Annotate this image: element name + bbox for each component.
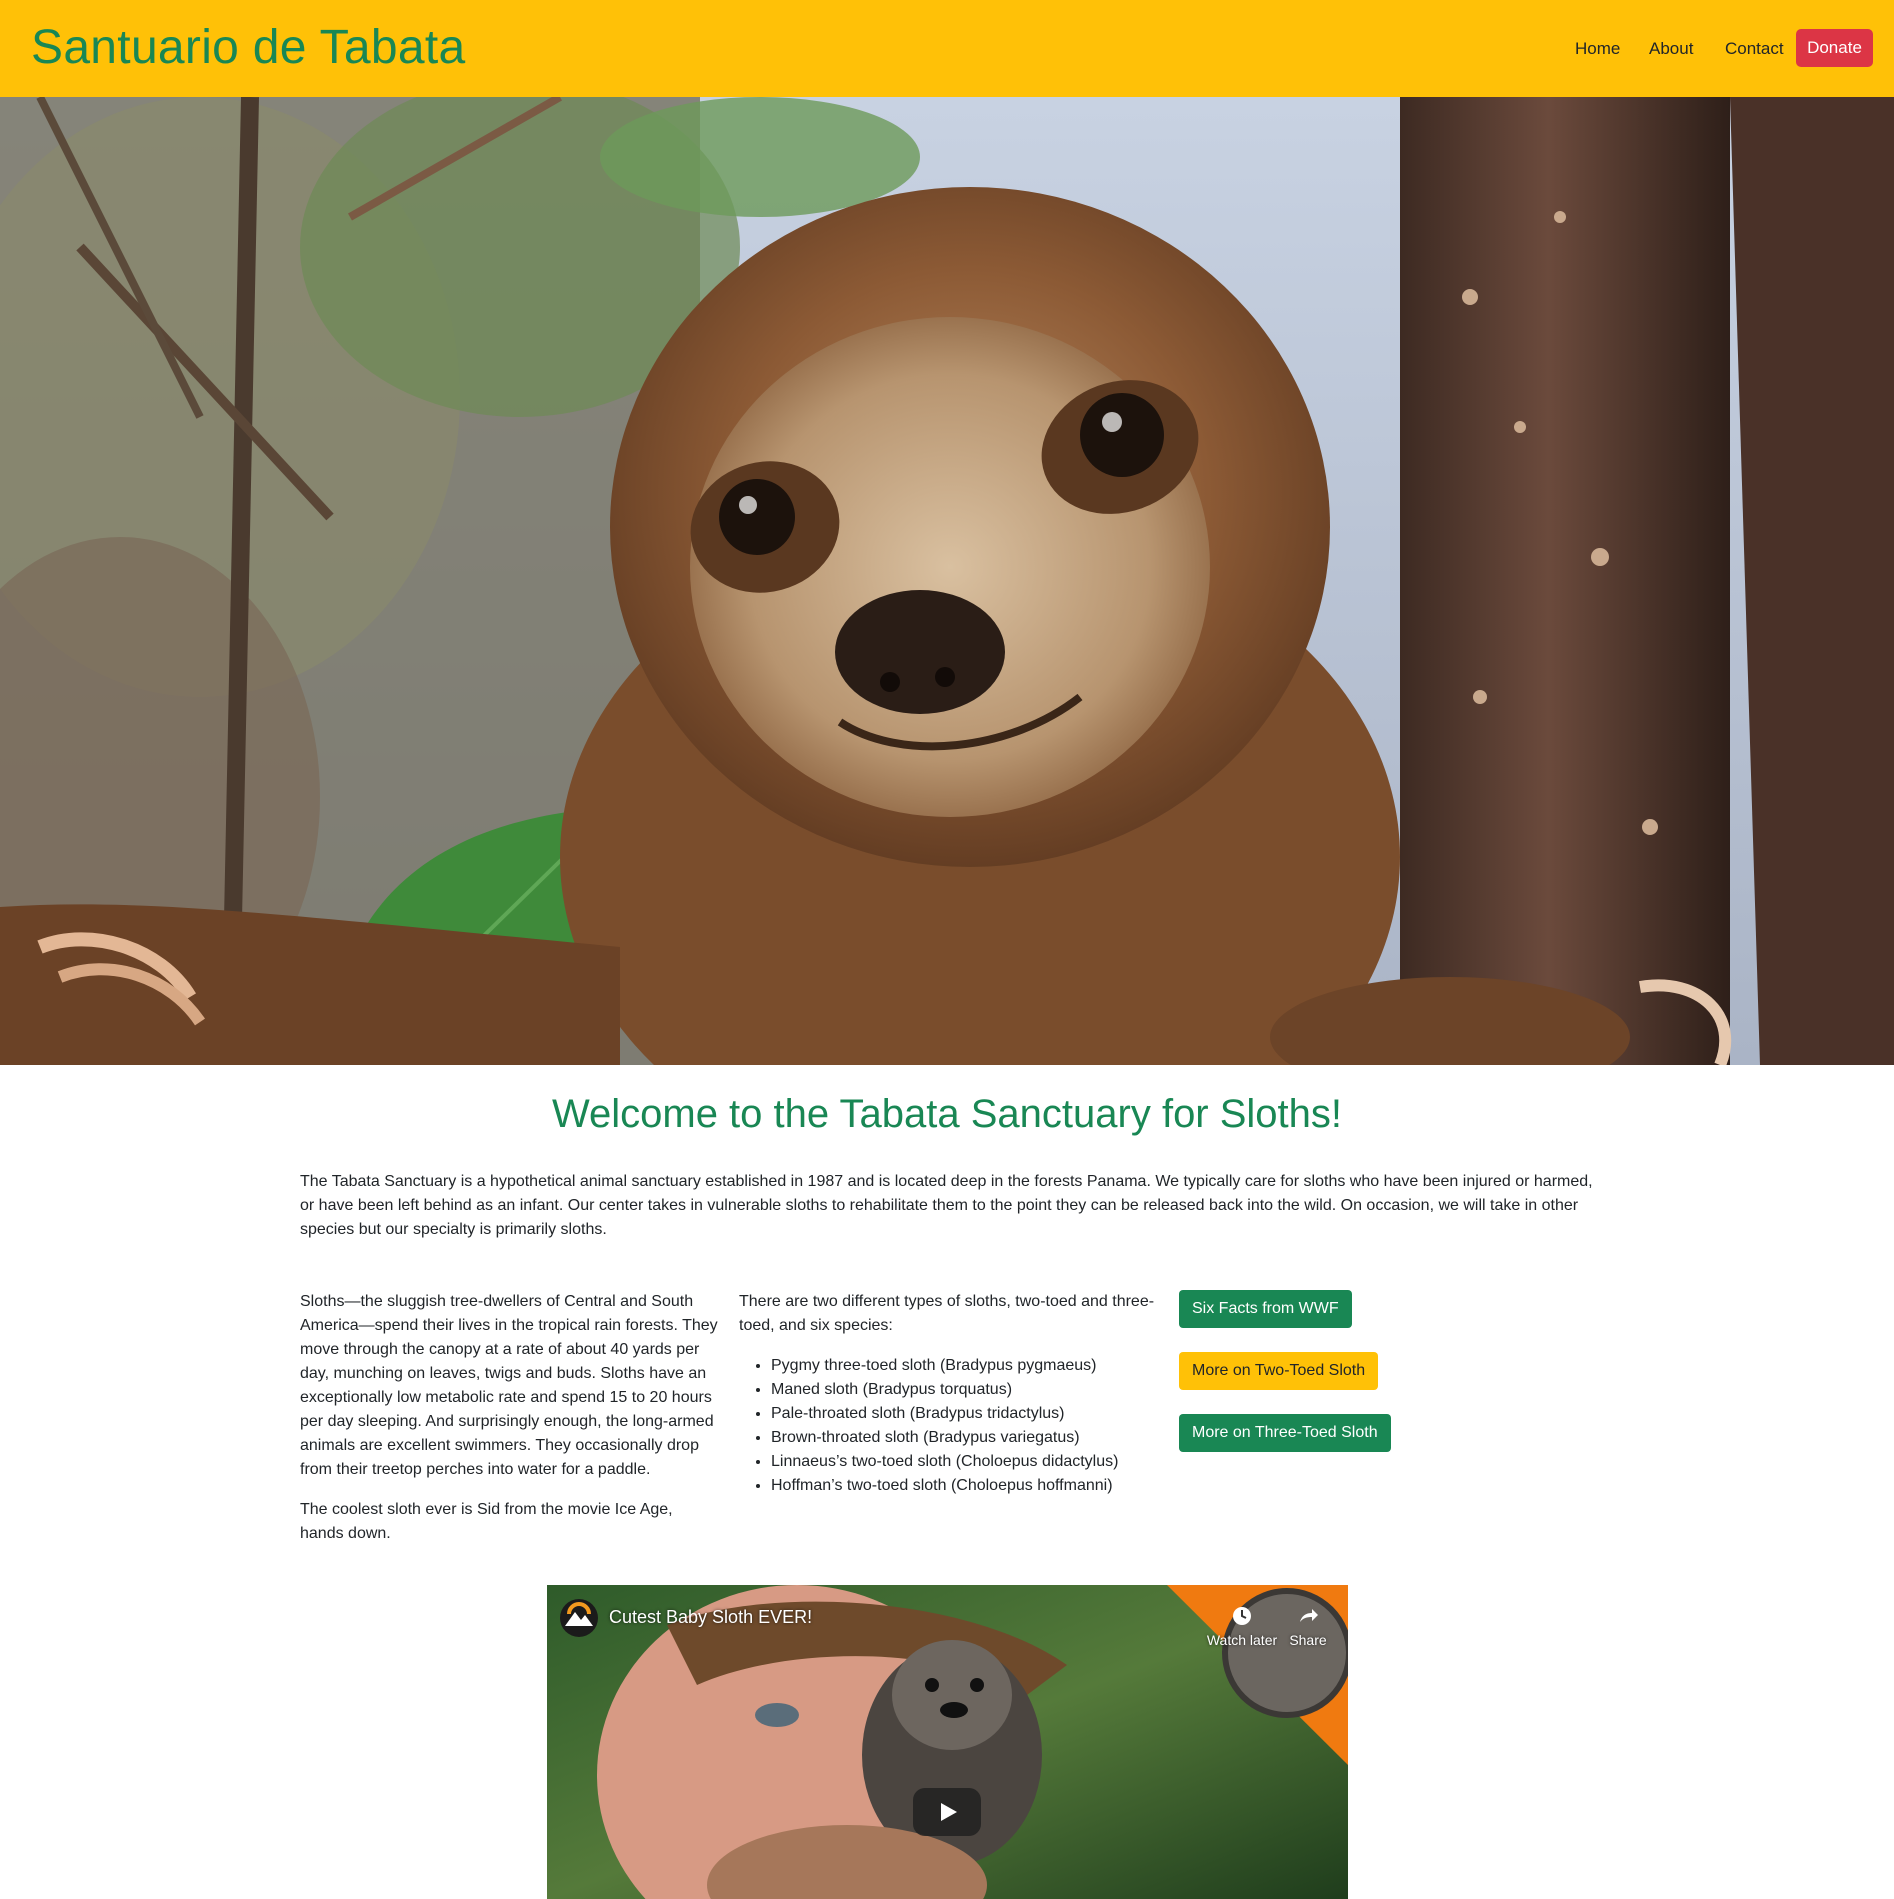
nav-contact-link[interactable]: Contact xyxy=(1725,36,1784,62)
three-toed-sloth-button[interactable]: More on Three-Toed Sloth xyxy=(1179,1414,1391,1452)
species-item: Pale-throated sloth (Bradypus tridactylu… xyxy=(771,1402,1159,1426)
species-item: Pygmy three-toed sloth (Bradypus pygmaeu… xyxy=(771,1354,1159,1378)
share-arrow-icon xyxy=(1300,1609,1318,1622)
species-item: Hoffman’s two-toed sloth (Choloepus hoff… xyxy=(771,1474,1159,1498)
species-item: Brown-throated sloth (Bradypus variegatu… xyxy=(771,1426,1159,1450)
navbar: Santuario de Tabata Home About Contact D… xyxy=(0,0,1894,97)
nav-home-link[interactable]: Home xyxy=(1575,36,1620,62)
sloth-facts-paragraph: Sloths—the sluggish tree-dwellers of Cen… xyxy=(300,1293,718,1478)
species-list: Pygmy three-toed sloth (Bradypus pygmaeu… xyxy=(739,1354,1159,1498)
wwf-facts-button[interactable]: Six Facts from WWF xyxy=(1179,1290,1352,1328)
play-button-icon[interactable] xyxy=(913,1788,981,1836)
watch-later-button[interactable]: Watch later xyxy=(1202,1605,1282,1648)
species-column: There are two different types of sloths,… xyxy=(739,1290,1159,1498)
channel-avatar-icon[interactable] xyxy=(559,1598,599,1638)
sloth-facts-column: Sloths—the sluggish tree-dwellers of Cen… xyxy=(300,1290,720,1562)
clock-icon xyxy=(1233,1607,1251,1625)
page-title: Welcome to the Tabata Sanctuary for Slot… xyxy=(551,1092,1343,1136)
sloth-photo-icon xyxy=(0,97,1894,1065)
species-item: Maned sloth (Bradypus torquatus) xyxy=(771,1378,1159,1402)
watch-later-label: Watch later xyxy=(1206,1632,1278,1648)
sid-paragraph: The coolest sloth ever is Sid from the m… xyxy=(300,1501,673,1542)
video-title[interactable]: Cutest Baby Sloth EVER! xyxy=(609,1607,812,1628)
two-toed-sloth-button[interactable]: More on Two-Toed Sloth xyxy=(1179,1352,1379,1390)
video-player[interactable]: Cutest Baby Sloth EVER! Watch later Shar… xyxy=(547,1585,1348,1899)
species-intro: There are two different types of sloths,… xyxy=(739,1293,1155,1334)
share-button[interactable]: Share xyxy=(1273,1605,1343,1648)
nav-about-link[interactable]: About xyxy=(1649,36,1693,62)
brand-logo[interactable]: Santuario de Tabata xyxy=(31,18,466,78)
donate-button[interactable]: Donate xyxy=(1796,29,1873,67)
hero-image xyxy=(0,97,1894,1065)
intro-paragraph: The Tabata Sanctuary is a hypothetical a… xyxy=(300,1173,1593,1238)
share-label: Share xyxy=(1289,1632,1327,1648)
species-item: Linnaeus’s two-toed sloth (Choloepus did… xyxy=(771,1450,1159,1474)
